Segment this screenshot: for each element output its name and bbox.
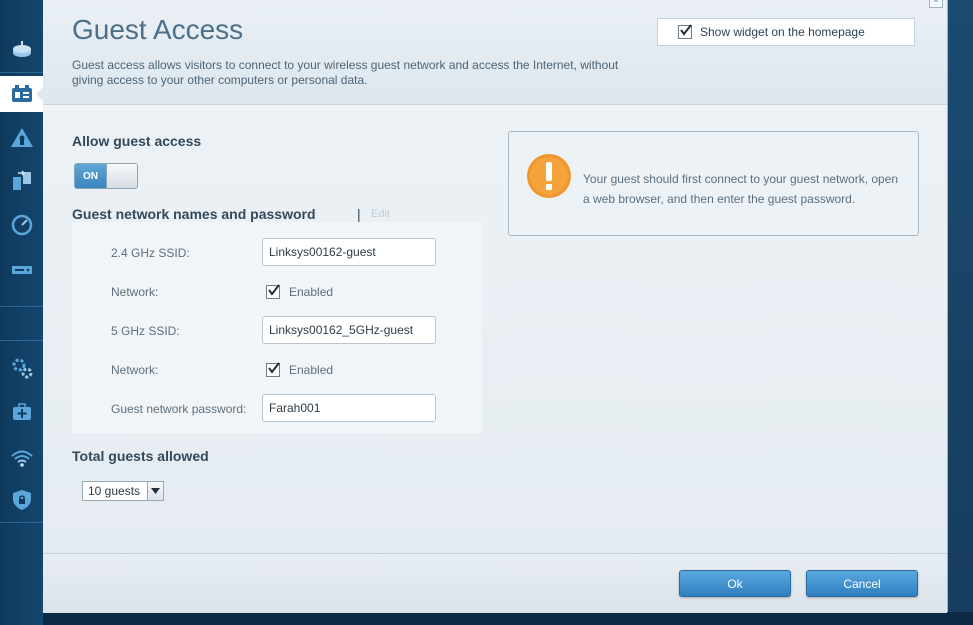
- checkmark-icon: [268, 284, 280, 296]
- network24-label: Network:: [111, 285, 159, 299]
- ssid5-input[interactable]: [262, 316, 436, 344]
- checkmark-icon: [680, 24, 692, 36]
- network24-checkbox[interactable]: [266, 284, 280, 299]
- sidebar: [0, 0, 43, 625]
- cancel-button[interactable]: Cancel: [806, 570, 918, 597]
- connectivity-icon: [12, 358, 32, 379]
- checkmark-icon: [268, 362, 280, 374]
- dialog-header: Guest Access Guest access allows visitor…: [43, 0, 947, 105]
- network-form-panel: 2.4 GHz SSID: Network: Enabled 5 GHz SSI…: [72, 222, 482, 433]
- sidebar-item-speed-test[interactable]: [0, 207, 43, 243]
- sidebar-divider: [0, 306, 43, 307]
- total-guests-select[interactable]: 10 guests: [82, 481, 164, 501]
- sidebar-item-router[interactable]: [0, 32, 43, 68]
- ssid24-input[interactable]: [262, 238, 436, 266]
- guest-access-dialog: Guest Access Guest access allows visitor…: [43, 0, 948, 613]
- sidebar-item-parental-controls[interactable]: [0, 120, 43, 156]
- external-storage-icon: [11, 266, 32, 274]
- network5-enabled-label: Enabled: [289, 363, 334, 377]
- network5-label: Network:: [111, 363, 159, 377]
- allow-guest-title: Allow guest access: [72, 133, 202, 149]
- total-guests-value: 10 guests: [88, 484, 141, 498]
- close-icon[interactable]: ×: [929, 0, 943, 8]
- page-title: Guest Access: [72, 14, 244, 45]
- sidebar-item-media-prioritization[interactable]: [0, 163, 43, 199]
- dialog-footer: Ok Cancel: [43, 553, 947, 613]
- page-description: Guest access allows visitors to connect …: [72, 58, 619, 87]
- sidebar-item-connectivity[interactable]: [0, 350, 43, 386]
- chevron-down-icon[interactable]: [147, 482, 163, 500]
- show-widget-label: Show widget on the homepage: [700, 25, 865, 39]
- sidebar-active-pointer: [36, 87, 43, 101]
- network5-checkbox[interactable]: [266, 362, 280, 377]
- ssid24-label: 2.4 GHz SSID:: [111, 246, 190, 260]
- ok-button[interactable]: Ok: [679, 570, 791, 597]
- troubleshooting-icon: [12, 403, 31, 420]
- parental-controls-icon: [10, 128, 33, 147]
- guest-access-toggle[interactable]: ON: [74, 163, 138, 189]
- password-input[interactable]: [262, 394, 436, 422]
- sidebar-item-troubleshooting[interactable]: [0, 394, 43, 430]
- network-section-title: Guest network names and password: [72, 206, 316, 222]
- show-widget-option[interactable]: Show widget on the homepage: [657, 18, 915, 46]
- guest-access-icon: [11, 85, 32, 102]
- total-guests-title: Total guests allowed: [72, 448, 209, 464]
- password-label: Guest network password:: [111, 402, 247, 416]
- sidebar-item-external-storage[interactable]: [0, 252, 43, 288]
- warning-icon: [527, 154, 571, 198]
- ssid5-label: 5 GHz SSID:: [111, 324, 180, 338]
- wireless-icon: [10, 450, 33, 467]
- speed-test-icon: [11, 214, 32, 236]
- background-panel: [947, 0, 973, 625]
- media-prioritization-icon: [12, 170, 31, 190]
- toggle-knob: [106, 164, 137, 188]
- sidebar-item-wireless[interactable]: [0, 440, 43, 476]
- background-bottom: [0, 612, 973, 625]
- toggle-on-label: ON: [75, 164, 106, 188]
- router-icon: [12, 41, 31, 57]
- sidebar-divider: [0, 340, 43, 341]
- edit-link[interactable]: Edit: [371, 208, 390, 220]
- sidebar-divider: [0, 522, 43, 523]
- info-message: Your guest should first connect to your …: [583, 172, 899, 206]
- network5-enabled[interactable]: Enabled: [266, 362, 334, 377]
- sidebar-item-security[interactable]: [0, 482, 43, 518]
- edit-separator: |: [357, 206, 361, 222]
- show-widget-checkbox[interactable]: [678, 24, 692, 39]
- network24-enabled[interactable]: Enabled: [266, 284, 334, 299]
- sidebar-divider: [0, 72, 43, 73]
- info-box: Your guest should first connect to your …: [508, 131, 919, 236]
- shield-icon: [12, 490, 31, 510]
- network24-enabled-label: Enabled: [289, 285, 334, 299]
